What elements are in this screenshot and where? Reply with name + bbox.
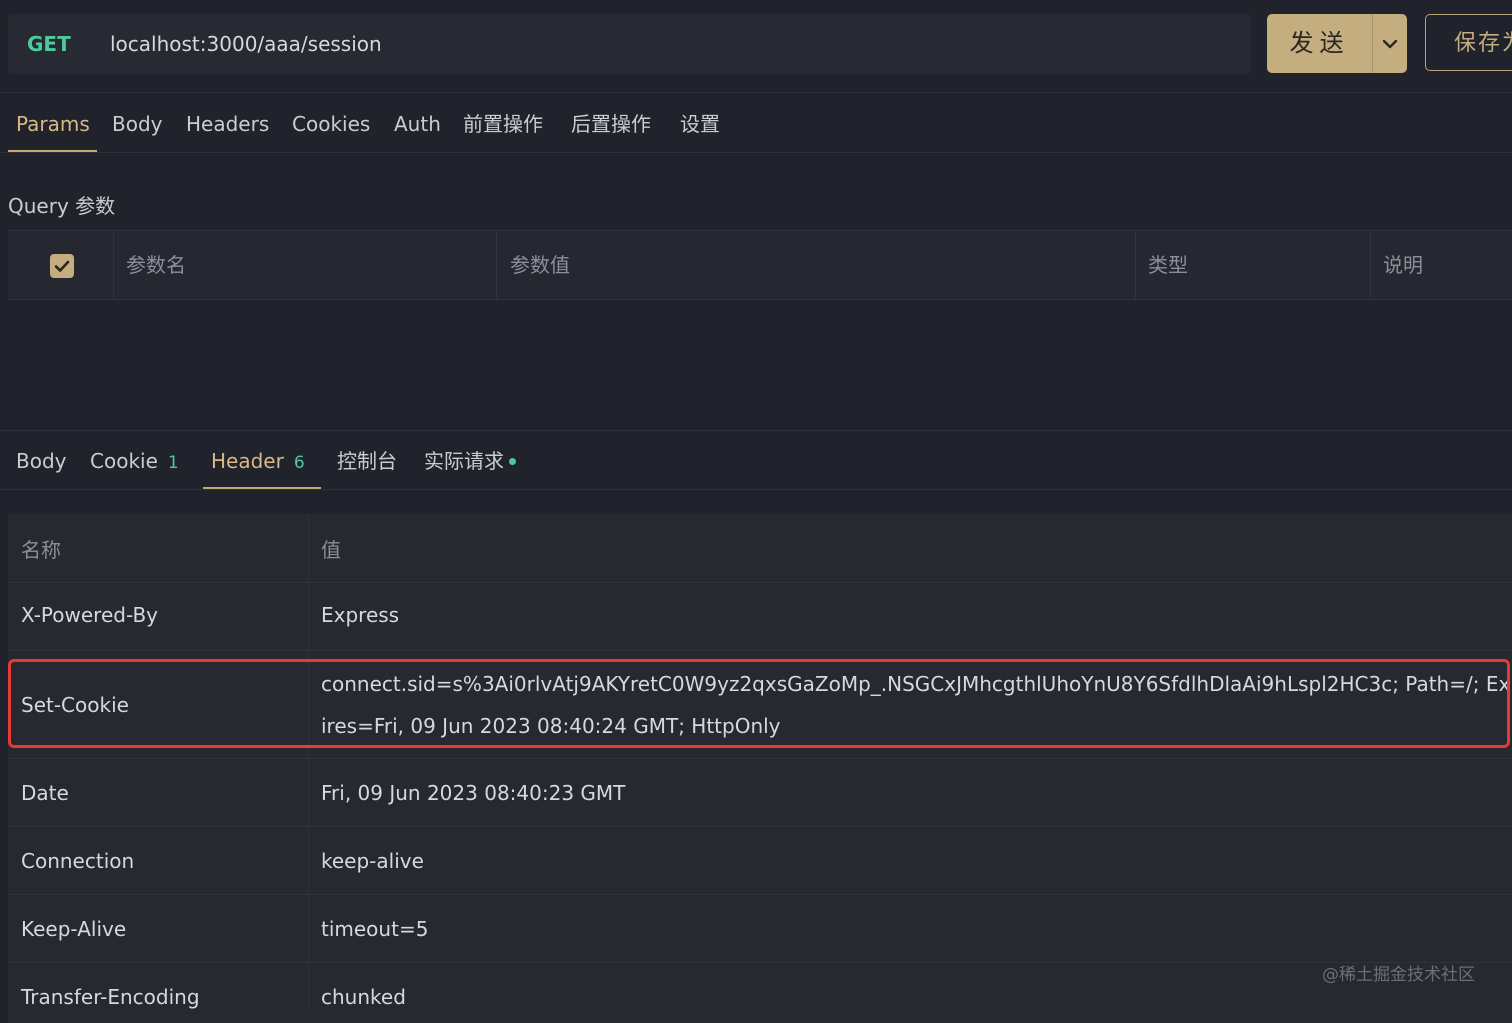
- header-value: Fri, 09 Jun 2023 08:40:23 GMT: [321, 781, 626, 805]
- tab-post-operations[interactable]: 后置操作: [571, 94, 651, 154]
- column-param-name: 参数名: [126, 253, 186, 277]
- header-value: Express: [321, 603, 400, 627]
- column-description: 说明: [1383, 253, 1423, 277]
- column-param-value: 参数值: [510, 253, 570, 277]
- column-value: 值: [321, 538, 341, 562]
- query-section-title: Query 参数: [8, 194, 116, 218]
- header-value: timeout=5: [321, 917, 429, 941]
- send-button-label: 发送: [1289, 29, 1350, 57]
- select-all-checkbox[interactable]: [50, 254, 74, 278]
- header-name: Connection: [21, 849, 135, 873]
- url-bar[interactable]: GET localhost:3000/aaa/session: [8, 14, 1251, 74]
- table-row: X-Powered-By Express: [8, 583, 1512, 650]
- tab-response-header[interactable]: Header 6: [211, 431, 305, 491]
- column-name: 名称: [21, 538, 61, 562]
- tab-label: 实际请求: [424, 449, 504, 473]
- divider: [0, 92, 1512, 93]
- set-cookie-highlight-box: [8, 659, 1510, 748]
- table-row: Keep-Alive timeout=5: [8, 895, 1512, 962]
- tab-body[interactable]: Body: [112, 94, 163, 154]
- header-value: keep-alive: [321, 849, 424, 873]
- table-row: Date Fri, 09 Jun 2023 08:40:23 GMT: [8, 759, 1512, 826]
- tab-response-body[interactable]: Body: [16, 431, 67, 491]
- tab-settings[interactable]: 设置: [680, 94, 720, 154]
- tab-auth[interactable]: Auth: [394, 94, 441, 154]
- tab-response-cookie[interactable]: Cookie 1: [90, 431, 179, 491]
- tab-headers[interactable]: Headers: [186, 94, 269, 154]
- send-button[interactable]: 发送: [1267, 14, 1407, 73]
- table-header-row: 名称 值: [8, 514, 1512, 582]
- tab-params[interactable]: Params: [16, 94, 90, 154]
- column-divider: [308, 514, 309, 1010]
- divider: [0, 152, 1512, 153]
- query-params-table: 参数名 参数值 类型 说明: [8, 230, 1512, 300]
- tab-cookies[interactable]: Cookies: [292, 94, 370, 154]
- header-name: Date: [21, 781, 69, 805]
- tab-actual-request[interactable]: 实际请求: [424, 431, 516, 491]
- url-input[interactable]: localhost:3000/aaa/session: [110, 14, 382, 74]
- table-row: Connection keep-alive: [8, 827, 1512, 894]
- header-name: X-Powered-By: [21, 603, 159, 627]
- save-button[interactable]: 保存为: [1425, 14, 1512, 71]
- watermark: @稀土掘金技术社区: [1322, 965, 1475, 985]
- table-row: Transfer-Encoding chunked: [8, 963, 1512, 1023]
- cookie-count-badge: 1: [167, 453, 179, 473]
- header-name: Transfer-Encoding: [21, 985, 200, 1009]
- header-name: Keep-Alive: [21, 917, 127, 941]
- method-select[interactable]: GET: [27, 14, 71, 74]
- divider: [0, 489, 1512, 490]
- check-icon: [54, 260, 70, 272]
- header-count-badge: 6: [293, 453, 305, 473]
- status-dot-icon: [509, 457, 516, 465]
- send-options-chevron-down-icon[interactable]: [1373, 14, 1407, 73]
- column-type: 类型: [1148, 253, 1188, 277]
- tab-label: Cookie: [90, 449, 158, 473]
- header-value: chunked: [321, 985, 406, 1009]
- tab-console[interactable]: 控制台: [337, 431, 397, 491]
- tab-pre-operations[interactable]: 前置操作: [463, 94, 543, 154]
- tab-label: Header: [211, 449, 284, 473]
